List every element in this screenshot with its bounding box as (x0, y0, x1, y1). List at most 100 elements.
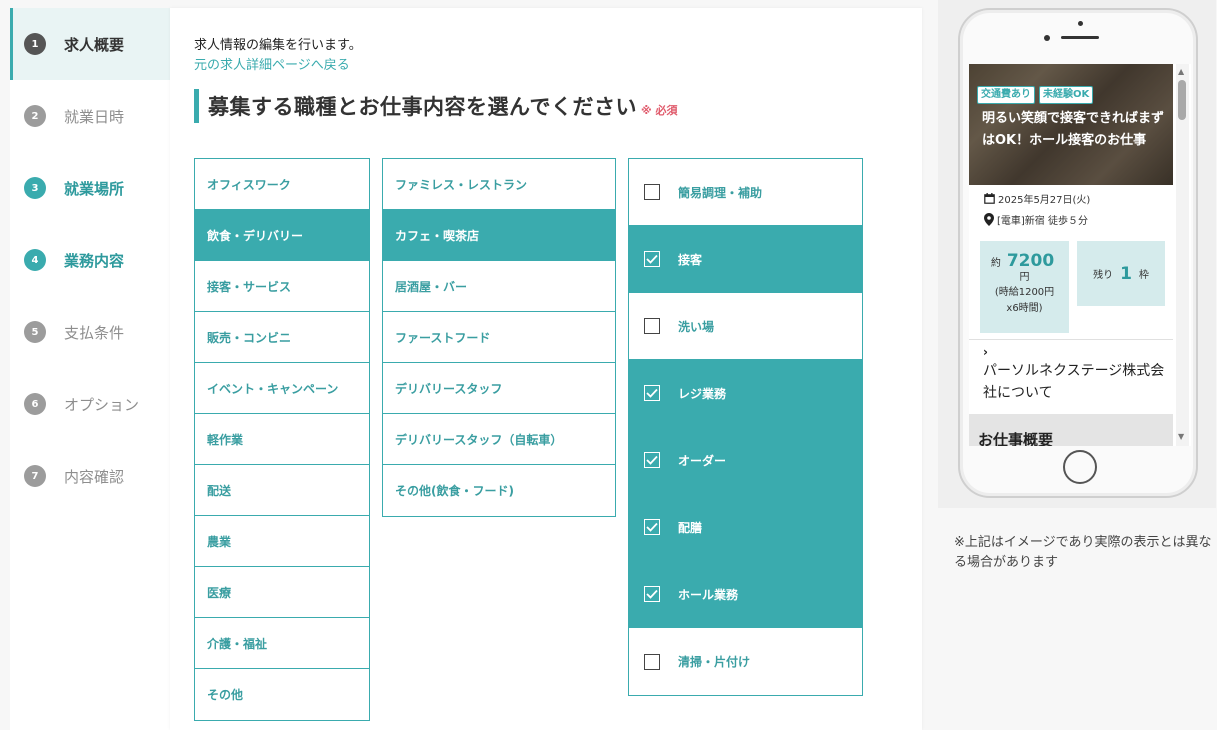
tag-badge: 未経験OK (1039, 86, 1094, 104)
step-number: 4 (24, 249, 46, 271)
step-number: 1 (24, 33, 46, 55)
page-title: 募集する職種とお仕事内容を選んでください (208, 95, 637, 119)
scroll-down-icon[interactable]: ▼ (1178, 432, 1184, 441)
subcategory-option[interactable]: その他(飲食・フード) (383, 465, 615, 516)
task-label: オーダー (678, 453, 727, 468)
step-number: 5 (24, 321, 46, 343)
category-option[interactable]: 販売・コンビニ (195, 312, 369, 363)
divider (969, 339, 1173, 340)
category-option[interactable]: オフィスワーク (195, 159, 369, 210)
company-link[interactable]: › パーソルネクステージ株式会社について (983, 345, 1173, 404)
step-label: 内容確認 (64, 467, 125, 486)
scrollbar-thumb[interactable] (1178, 80, 1186, 120)
subcategory-option[interactable]: 居酒屋・バー (383, 261, 615, 312)
job-place: [電車]新宿 徒歩５分 (984, 212, 1088, 227)
step-item-6[interactable]: 6 オプション (10, 368, 170, 440)
back-to-detail-link[interactable]: 元の求人詳細ページへ戻る (194, 54, 350, 73)
task-label: 接客 (678, 252, 703, 267)
calendar-icon (984, 193, 995, 204)
summary-title: お仕事概要 (978, 431, 1054, 446)
step-item-1[interactable]: 1 求人概要 (10, 8, 170, 80)
category-option[interactable]: 接客・サービス (195, 261, 369, 312)
task-label: 洗い場 (678, 319, 715, 334)
step-label: オプション (64, 395, 140, 414)
step-item-4[interactable]: 4 業務内容 (10, 224, 170, 296)
pay-prefix: 約 (990, 258, 1001, 269)
task-checkbox-checked[interactable]: オーダー (629, 427, 862, 494)
category-option[interactable]: 医療 (195, 567, 369, 618)
date-text: 2025年5月27日(火) (998, 195, 1091, 206)
category-option-selected[interactable]: 飲食・デリバリー (195, 210, 369, 261)
step-item-3[interactable]: 3 就業場所 (10, 152, 170, 224)
checkmark-icon (644, 385, 660, 401)
task-label: 簡易調理・補助 (678, 185, 763, 200)
phone-screen: 交通費あり 未経験OK 明るい笑顔で接客できればまずはOK！ホール接客のお仕事 … (969, 64, 1191, 446)
speaker-icon (1061, 36, 1099, 39)
checkmark-icon (644, 452, 660, 468)
checkmark-icon (644, 251, 660, 267)
job-date: 2025年5月27日(火) (984, 191, 1090, 206)
preview-note: ※上記はイメージであり実際の表示とは異なる場合があります (954, 535, 1212, 570)
intro-text: 求人情報の編集を行います。 (194, 38, 362, 53)
home-button[interactable] (1063, 450, 1097, 484)
checkmark-icon (644, 586, 660, 602)
category-option[interactable]: イベント・キャンペーン (195, 363, 369, 414)
subcategory-option-selected[interactable]: カフェ・喫茶店 (383, 210, 615, 261)
company-name: パーソルネクステージ株式会社について (983, 363, 1165, 401)
pay-detail: (時給1200円 (994, 287, 1055, 298)
task-label: ホール業務 (678, 587, 739, 602)
step-item-7[interactable]: 7 内容確認 (10, 440, 170, 512)
task-checkbox-checked[interactable]: 配膳 (629, 494, 862, 561)
subcategory-list: ファミレス・レストラン カフェ・喫茶店 居酒屋・バー ファーストフード デリバリ… (382, 158, 616, 517)
step-item-5[interactable]: 5 支払条件 (10, 296, 170, 368)
step-label: 支払条件 (64, 323, 125, 342)
camera-icon (1078, 21, 1083, 26)
category-option[interactable]: 軽作業 (195, 414, 369, 465)
pay-detail: x6時間) (1006, 303, 1043, 314)
section-heading: 募集する職種とお仕事内容を選んでください ※ 必須 (194, 89, 677, 123)
task-label: 清掃・片付け (678, 655, 751, 669)
remain-count: 1 (1120, 263, 1132, 284)
pay-box: 約 7200 円 (時給1200円 x6時間) (980, 241, 1069, 333)
category-list: オフィスワーク 飲食・デリバリー 接客・サービス 販売・コンビニ イベント・キャ… (194, 158, 370, 721)
task-checkbox-checked[interactable]: 接客 (629, 226, 862, 293)
step-sidebar: 1 求人概要 2 就業日時 3 就業場所 4 業務内容 5 支払条件 6 オプシ… (10, 8, 170, 730)
step-item-2[interactable]: 2 就業日時 (10, 80, 170, 152)
category-option[interactable]: 介護・福祉 (195, 618, 369, 669)
category-option[interactable]: 配送 (195, 465, 369, 516)
checkmark-icon (644, 519, 660, 535)
preview-panel: 交通費あり 未経験OK 明るい笑顔で接客できればまずはOK！ホール接客のお仕事 … (938, 0, 1216, 508)
scroll-up-icon[interactable]: ▲ (1178, 67, 1184, 76)
task-checkbox[interactable]: 清掃・片付け (629, 628, 862, 695)
task-label: 配膳 (678, 520, 703, 535)
remain-prefix: 残り (1093, 270, 1114, 281)
category-option[interactable]: その他 (195, 669, 369, 720)
pay-unit: 円 (1019, 272, 1030, 283)
phone-frame: 交通費あり 未経験OK 明るい笑顔で接客できればまずはOK！ホール接客のお仕事 … (958, 8, 1198, 498)
category-option[interactable]: 農業 (195, 516, 369, 567)
step-number: 2 (24, 105, 46, 127)
tag-list: 交通費あり 未経験OK (977, 86, 1094, 104)
task-checkbox-checked[interactable]: ホール業務 (629, 561, 862, 628)
job-edit-card: 求人情報の編集を行います。 元の求人詳細ページへ戻る 募集する職種とお仕事内容を… (170, 8, 922, 730)
job-title: 明るい笑顔で接客できればまずはOK！ホール接客のお仕事 (982, 111, 1165, 148)
task-checkbox[interactable]: 洗い場 (629, 293, 862, 360)
chevron-right-icon: › (983, 345, 988, 359)
task-checklist: 簡易調理・補助 接客 洗い場 レジ業務 オーダー 配膳 ホール業務 清掃・片付け (628, 158, 863, 696)
summary-section: お仕事概要 (969, 414, 1173, 446)
subcategory-option[interactable]: ファミレス・レストラン (383, 159, 615, 210)
step-number: 7 (24, 465, 46, 487)
remain-unit: 枠 (1138, 270, 1149, 281)
scrollbar[interactable] (1176, 64, 1189, 446)
subcategory-option[interactable]: デリバリースタッフ（自転車） (383, 414, 615, 465)
task-checkbox-checked[interactable]: レジ業務 (629, 360, 862, 427)
subcategory-option[interactable]: デリバリースタッフ (383, 363, 615, 414)
subcategory-option[interactable]: ファーストフード (383, 312, 615, 363)
sensor-icon (1044, 35, 1050, 41)
step-label: 就業日時 (64, 107, 125, 126)
tag-badge: 交通費あり (977, 86, 1035, 104)
task-checkbox[interactable]: 簡易調理・補助 (629, 159, 862, 226)
checkbox-icon (644, 184, 660, 200)
step-number: 3 (24, 177, 46, 199)
required-badge: ※ 必須 (640, 104, 678, 117)
